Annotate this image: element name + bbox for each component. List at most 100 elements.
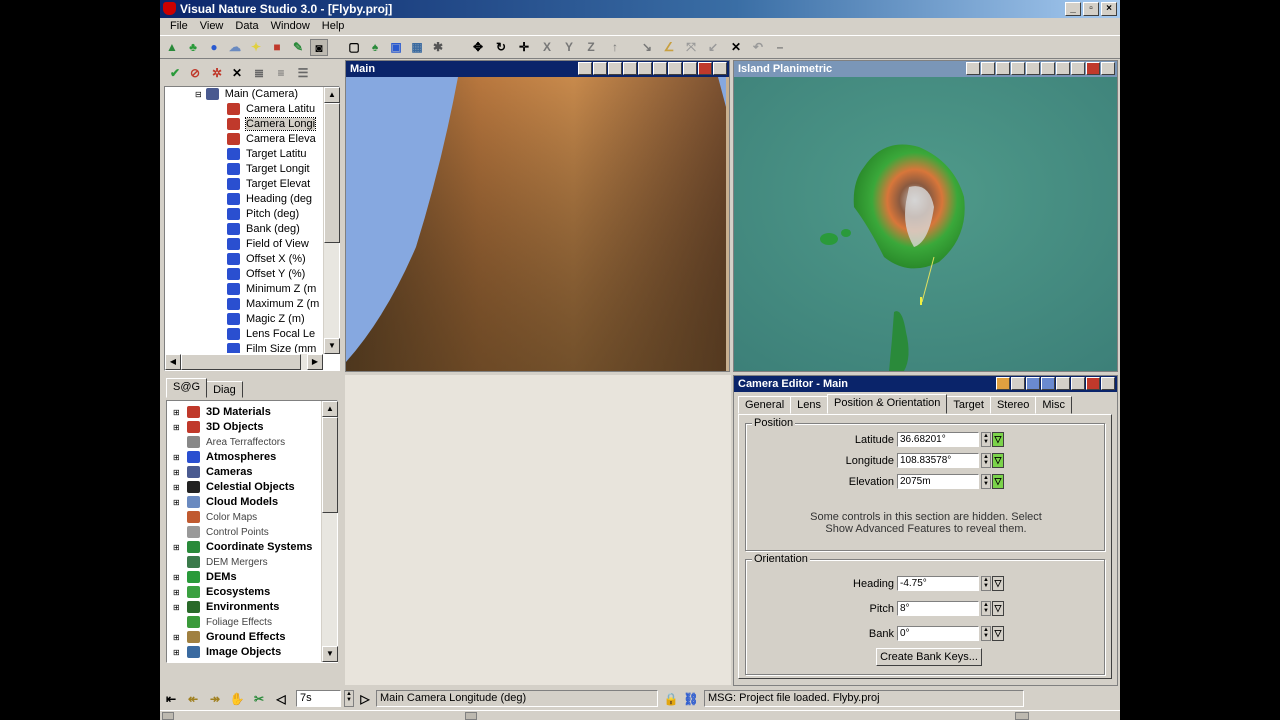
tab-stereo[interactable]: Stereo <box>989 396 1037 414</box>
sg-item[interactable]: ⊞ DEMs <box>167 570 321 585</box>
field-value-input[interactable]: -4.75° <box>897 576 979 591</box>
x-axis-button[interactable]: X <box>538 39 556 56</box>
up-arrow-icon[interactable]: ↑ <box>606 39 624 56</box>
sg-item[interactable]: ⊞ Image Objects <box>167 645 321 660</box>
main-view-titlebar[interactable]: Main <box>346 61 729 77</box>
link-icon[interactable]: ⛓ <box>682 691 700 708</box>
timeline-start-marker[interactable] <box>162 712 174 720</box>
field-value-input[interactable]: 36.68201° <box>897 432 979 447</box>
scroll-thumb[interactable] <box>322 417 338 513</box>
view-pin-icon[interactable] <box>698 62 712 75</box>
view-edit-icon[interactable] <box>1071 62 1085 75</box>
planimetric-view[interactable]: Island Planimetric <box>733 60 1118 372</box>
editor-help-icon[interactable] <box>1071 377 1085 390</box>
camera-param-item[interactable]: Field of View <box>165 237 323 252</box>
spinner-icon[interactable]: ▲ ▼ <box>981 601 991 616</box>
scroll-up-icon[interactable]: ▲ <box>322 401 338 417</box>
menu-window[interactable]: Window <box>265 18 316 35</box>
menu-file[interactable]: File <box>164 18 194 35</box>
cloud-icon[interactable]: ☁ <box>226 39 244 56</box>
editor-close-icon[interactable] <box>1101 377 1115 390</box>
minus-icon[interactable]: – <box>771 39 789 56</box>
camera-param-item[interactable]: Lens Focal Le <box>165 327 323 342</box>
editor-folder-icon[interactable] <box>996 377 1010 390</box>
timeline-end-marker[interactable] <box>1015 712 1029 720</box>
hand-icon[interactable]: ✋ <box>228 691 246 708</box>
camera-param-item[interactable]: Minimum Z (m <box>165 282 323 297</box>
title-bar[interactable]: Visual Nature Studio 3.0 - [Flyby.proj] … <box>160 0 1120 18</box>
path-smooth-icon[interactable]: ↙ <box>704 39 722 56</box>
sg-item[interactable]: Control Points <box>167 525 321 540</box>
keyframe-icon[interactable]: ▽ <box>992 453 1004 468</box>
tree-hscroll[interactable]: ◀ ▶ <box>165 354 323 370</box>
create-bank-keys-button[interactable]: Create Bank Keys... <box>876 648 982 666</box>
keyframe-icon[interactable]: ▽ <box>992 474 1004 489</box>
vertex-icon[interactable]: ↘ <box>638 39 656 56</box>
database-icon[interactable]: ▦ <box>408 39 426 56</box>
sg-item[interactable]: ⊞ Celestial Objects <box>167 480 321 495</box>
timeline-thumb[interactable] <box>465 712 477 720</box>
key-prev-icon[interactable]: ↞ <box>184 691 202 708</box>
water-icon[interactable]: ● <box>205 39 223 56</box>
view-options-icon[interactable] <box>668 62 682 75</box>
delete-icon[interactable]: ✕ <box>727 39 745 56</box>
scroll-down-icon[interactable]: ▼ <box>324 338 340 354</box>
view-grid-icon[interactable] <box>1041 62 1055 75</box>
expand-icon[interactable]: ⊞ <box>173 405 187 420</box>
image-icon[interactable]: ▣ <box>387 39 405 56</box>
sg-item[interactable]: ⊞ Atmospheres <box>167 450 321 465</box>
tab-lens[interactable]: Lens <box>790 396 828 414</box>
hscroll-thumb[interactable] <box>181 354 301 370</box>
sg-item[interactable]: ⊞ Cameras <box>167 465 321 480</box>
list-icon[interactable]: ≣ <box>250 65 268 82</box>
tab-diag[interactable]: Diag <box>206 381 243 398</box>
sg-item[interactable]: DEM Mergers <box>167 555 321 570</box>
main-view[interactable]: Main <box>345 60 730 372</box>
tab-sg[interactable]: S@G <box>166 378 208 398</box>
expand-icon[interactable]: ⊞ <box>173 480 187 495</box>
view-render-icon[interactable] <box>623 62 637 75</box>
keyframe-icon[interactable]: ▽ <box>992 601 1004 616</box>
maximize-button[interactable]: ▫ <box>1083 2 1099 16</box>
camera-icon[interactable]: ◙ <box>310 39 328 56</box>
path-edit-icon[interactable]: ⤧ <box>682 39 700 56</box>
scroll-left-icon[interactable]: ◀ <box>165 354 181 370</box>
brush-icon[interactable]: ✎ <box>289 39 307 56</box>
view-close-icon[interactable] <box>713 62 727 75</box>
field-value-input[interactable]: 2075m <box>897 474 979 489</box>
time-field[interactable]: 7s <box>296 690 341 707</box>
editor-prev-icon[interactable] <box>1026 377 1040 390</box>
spinner-icon[interactable]: ▲ ▼ <box>981 626 991 641</box>
camera-param-item[interactable]: Maximum Z (m <box>165 297 323 312</box>
expand-icon[interactable]: ⊞ <box>173 465 187 480</box>
menu-help[interactable]: Help <box>316 18 351 35</box>
lock-icon[interactable]: 🔒 <box>662 691 680 708</box>
camera-param-item[interactable]: Camera Latitu <box>165 102 323 117</box>
sg-item[interactable]: ⊞ 3D Objects <box>167 420 321 435</box>
y-axis-button[interactable]: Y <box>560 39 578 56</box>
new-view-icon[interactable]: ▢ <box>345 39 363 56</box>
sg-item[interactable]: ⊞ 3D Materials <box>167 405 321 420</box>
view-zoom-icon[interactable] <box>608 62 622 75</box>
view-grid-icon[interactable] <box>653 62 667 75</box>
view-zoom-icon[interactable] <box>996 62 1010 75</box>
field-value-input[interactable]: 0° <box>897 626 979 641</box>
undo-icon[interactable]: ↶ <box>749 39 767 56</box>
planimetric-view-titlebar[interactable]: Island Planimetric <box>734 61 1117 77</box>
tab-target[interactable]: Target <box>946 396 991 414</box>
keyframe-icon[interactable]: ▽ <box>992 626 1004 641</box>
tree-root[interactable]: ⊟ Main (Camera) <box>165 87 323 102</box>
path-icon[interactable]: ∠ <box>660 39 678 56</box>
properties-icon[interactable]: ☰ <box>294 65 312 82</box>
sg-item[interactable]: Color Maps <box>167 510 321 525</box>
camera-editor-titlebar[interactable]: Camera Editor - Main <box>734 376 1117 392</box>
camera-param-item[interactable]: Camera Longi <box>165 117 323 132</box>
expand-icon[interactable]: ⊞ <box>173 600 187 615</box>
enable-icon[interactable]: ✔ <box>166 65 184 82</box>
scroll-thumb[interactable] <box>324 103 340 243</box>
scissors-icon[interactable]: ✂ <box>250 691 268 708</box>
sg-item[interactable]: ⊞ Environments <box>167 600 321 615</box>
sg-item[interactable]: ⊞ Ground Effects <box>167 630 321 645</box>
view-edit-icon[interactable] <box>683 62 697 75</box>
close-button[interactable]: × <box>1101 2 1117 16</box>
